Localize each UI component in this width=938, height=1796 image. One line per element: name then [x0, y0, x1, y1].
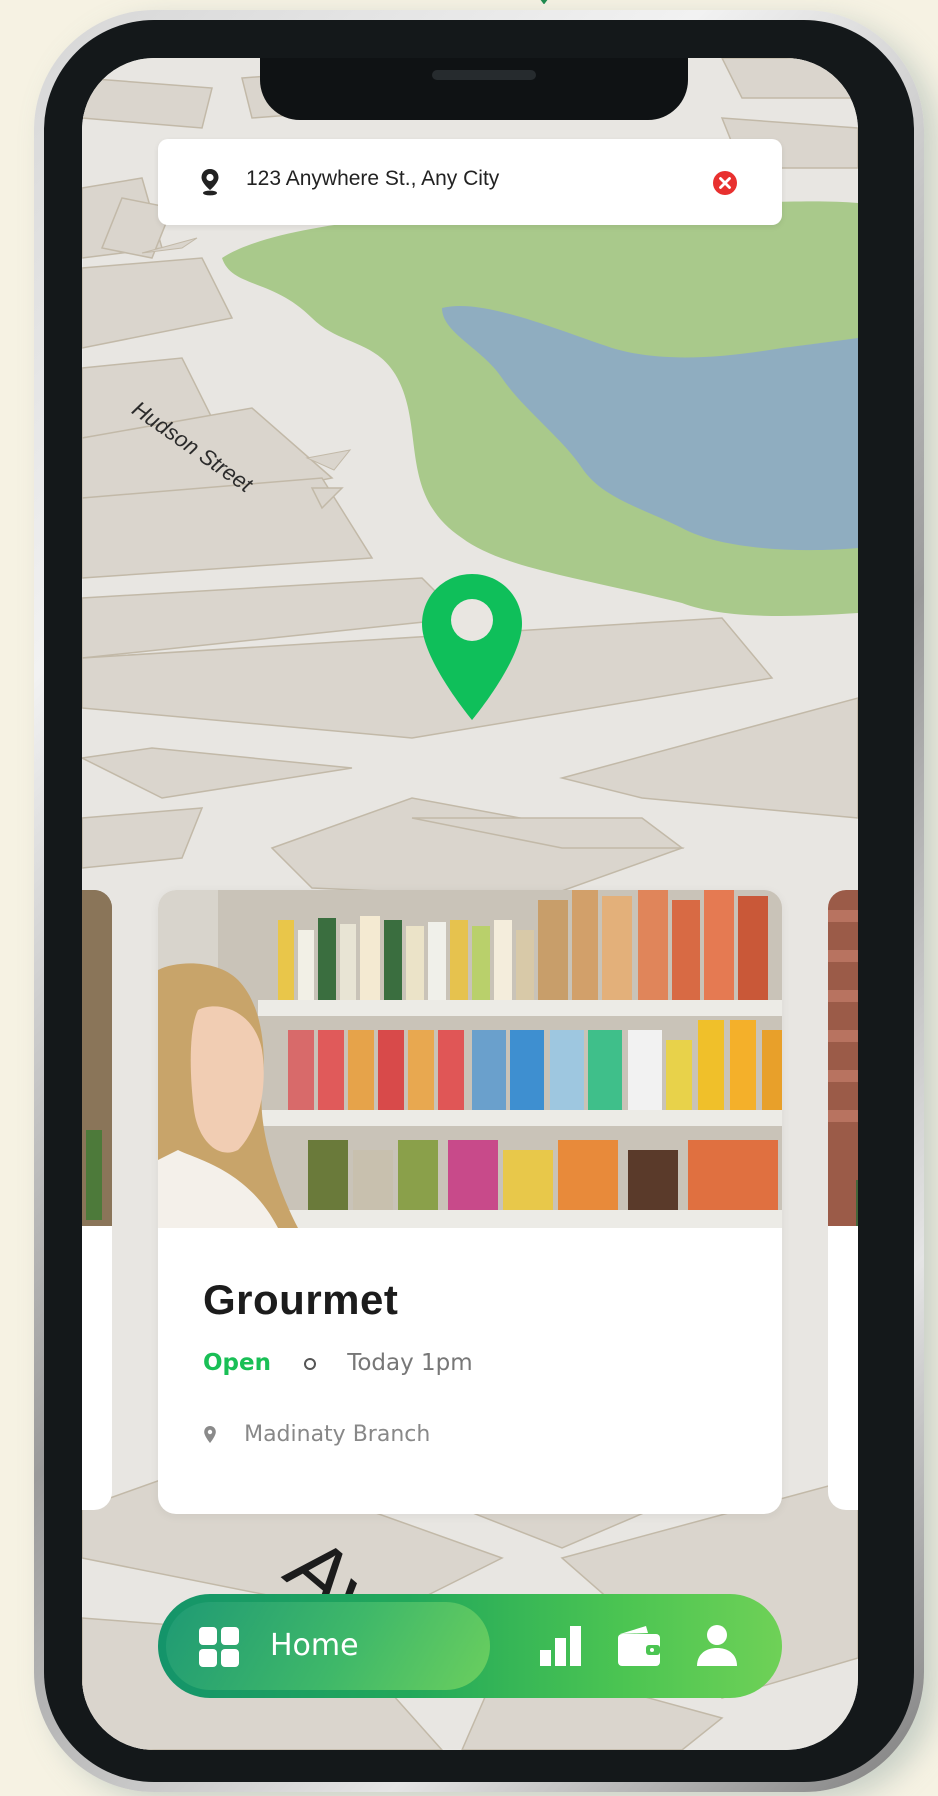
address-search-bar[interactable]: 123 Anywhere St., Any City	[158, 139, 782, 225]
branch-row: Madinaty Branch	[203, 1422, 430, 1447]
map-marker-icon[interactable]	[420, 572, 524, 722]
nav-home-button[interactable]: Home	[166, 1602, 490, 1690]
branch-name: Madinaty Branch	[244, 1422, 431, 1447]
place-card-previous[interactable]	[82, 890, 112, 1510]
place-card[interactable]: Grourmet Open Today 1pm Madinaty Branch	[158, 890, 782, 1514]
profile-icon[interactable]	[694, 1622, 740, 1668]
location-pin-icon	[201, 169, 219, 196]
location-pin-icon	[204, 1425, 216, 1443]
place-photo-next	[828, 890, 858, 1226]
status-badge: Open	[203, 1350, 271, 1376]
status-row: Open Today 1pm	[203, 1350, 473, 1380]
app-screen: Hudson Street Ave k 123 Anywhere St., An…	[82, 58, 858, 1750]
home-grid-icon	[199, 1627, 239, 1667]
place-photo	[158, 890, 782, 1228]
wallet-icon[interactable]	[616, 1622, 662, 1668]
opening-time: Today 1pm	[347, 1350, 473, 1376]
leaf-icon	[540, 0, 548, 4]
place-photo-previous	[82, 890, 112, 1226]
clear-close-icon[interactable]	[712, 170, 738, 196]
phone-notch	[260, 58, 688, 120]
stats-icon[interactable]	[538, 1622, 584, 1668]
speaker-grille	[432, 70, 536, 80]
address-text[interactable]: 123 Anywhere St., Any City	[246, 167, 499, 191]
bottom-nav-bar: Home	[158, 1594, 782, 1698]
nav-home-label[interactable]: Home	[270, 1628, 359, 1663]
separator-dot-icon	[304, 1357, 317, 1370]
place-card-next[interactable]	[828, 890, 858, 1510]
place-title: Grourmet	[203, 1276, 399, 1323]
